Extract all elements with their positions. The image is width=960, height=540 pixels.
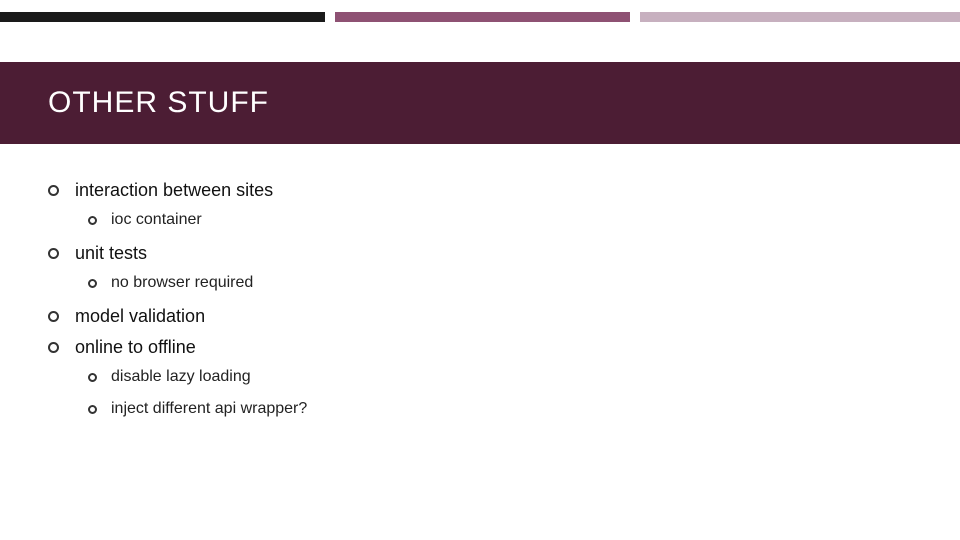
list-item: inject different api wrapper? [88, 400, 912, 418]
list-item: model validation [48, 306, 912, 327]
accent-segment-mid [335, 12, 630, 22]
list-item-label: disable lazy loading [111, 368, 251, 386]
list-item: no browser required [88, 274, 912, 292]
list-item-label: model validation [75, 306, 205, 327]
list-item-label: interaction between sites [75, 180, 273, 201]
circle-bullet-icon [48, 185, 59, 196]
circle-bullet-icon [88, 373, 97, 382]
circle-bullet-icon [48, 248, 59, 259]
accent-segment-light [640, 12, 960, 22]
circle-bullet-icon [48, 311, 59, 322]
circle-bullet-icon [88, 279, 97, 288]
content-area: interaction between sites ioc container … [48, 180, 912, 432]
title-band: OTHER STUFF [0, 62, 960, 144]
slide: OTHER STUFF interaction between sites io… [0, 0, 960, 540]
circle-bullet-icon [88, 405, 97, 414]
accent-bar [0, 12, 960, 22]
slide-title: OTHER STUFF [48, 86, 269, 120]
bullet-list: interaction between sites ioc container … [48, 180, 912, 418]
accent-segment-dark [0, 12, 325, 22]
circle-bullet-icon [48, 342, 59, 353]
circle-bullet-icon [88, 216, 97, 225]
list-item: unit tests no browser required [48, 243, 912, 292]
list-item: ioc container [88, 211, 912, 229]
list-item: online to offline disable lazy loading i… [48, 337, 912, 418]
list-item: disable lazy loading [88, 368, 912, 386]
list-item-label: online to offline [75, 337, 196, 358]
list-item-label: unit tests [75, 243, 147, 264]
list-item: interaction between sites ioc container [48, 180, 912, 229]
list-item-label: no browser required [111, 274, 253, 292]
list-item-label: inject different api wrapper? [111, 400, 307, 418]
list-item-label: ioc container [111, 211, 202, 229]
